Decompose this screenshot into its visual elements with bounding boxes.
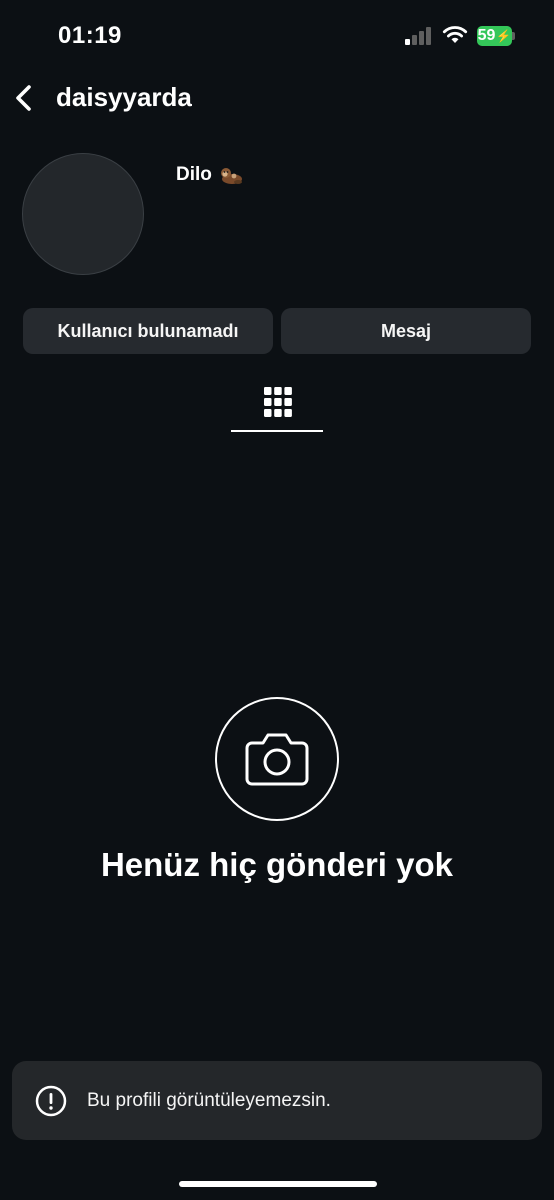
- empty-state-title: Henüz hiç gönderi yok: [100, 846, 454, 883]
- empty-state-circle: [215, 697, 339, 821]
- cellular-signal-icon: [405, 27, 433, 45]
- profile-display-name-row: Dilo: [176, 164, 244, 186]
- status-time: 01:19: [58, 22, 122, 49]
- user-not-found-button[interactable]: Kullanıcı bulunamadı: [23, 308, 273, 354]
- profile-username: daisyyarda: [56, 82, 192, 112]
- home-indicator[interactable]: [179, 1181, 377, 1187]
- battery-cap: [512, 32, 515, 40]
- display-name: Dilo: [176, 164, 212, 185]
- battery-level: 59: [477, 27, 496, 44]
- toast-notification: Bu profili görüntüleyemezsin.: [12, 1061, 542, 1140]
- battery-indicator: 59 ⚡: [477, 26, 512, 46]
- toast-message: Bu profili görüntüleyemezsin.: [87, 1089, 331, 1111]
- tab-grid-icon[interactable]: [264, 386, 292, 418]
- otter-emoji-icon: [220, 168, 242, 184]
- avatar: [22, 153, 144, 275]
- message-button[interactable]: Mesaj: [281, 308, 531, 354]
- alert-circle-icon: [35, 1085, 67, 1116]
- tab-active-indicator: [231, 430, 323, 432]
- charging-bolt-icon: ⚡: [496, 29, 512, 43]
- wifi-icon: [442, 26, 468, 43]
- camera-icon: [245, 733, 309, 786]
- back-chevron-icon[interactable]: [10, 82, 40, 114]
